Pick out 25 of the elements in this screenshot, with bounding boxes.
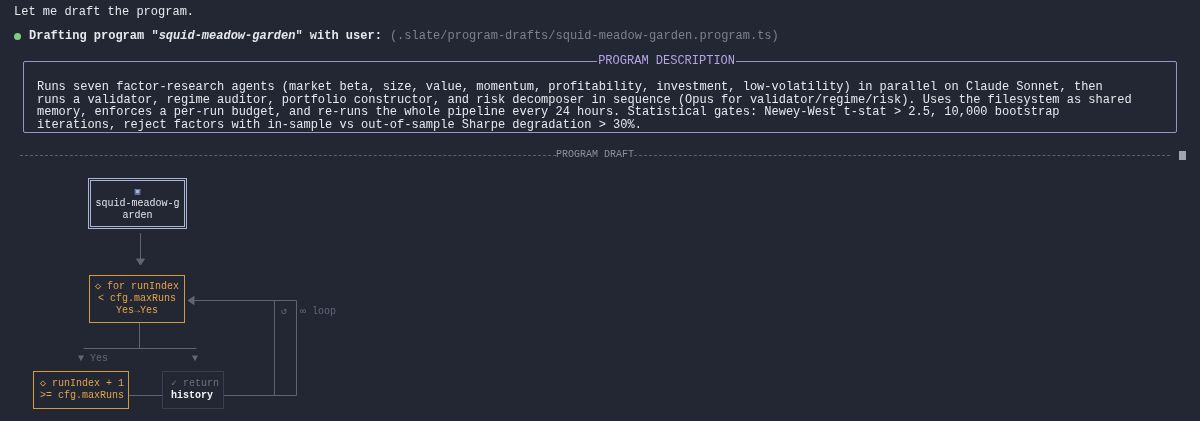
node-label: ◇ runIndex + 1 bbox=[40, 378, 125, 390]
flow-connector bbox=[127, 395, 163, 396]
loop-node[interactable]: ◇ for runIndex < cfg.maxRuns Yes→Yes bbox=[89, 275, 185, 323]
edge-label: ↺ bbox=[281, 306, 288, 318]
scrollbar-thumb[interactable] bbox=[1179, 151, 1186, 160]
flow-arrow bbox=[136, 232, 145, 266]
file-path: (.slate/program-drafts/squid-meadow-garden.program.ts) bbox=[389, 28, 779, 44]
message-text: Let me draft the program. bbox=[13, 4, 196, 20]
condition-node[interactable]: ◇ runIndex + 1 >= cfg.maxRuns bbox=[33, 371, 129, 409]
node-icon-glyph: ▣ bbox=[134, 185, 141, 198]
node-label: Yes→Yes bbox=[116, 305, 158, 317]
status-title: Drafting program "squid-meadow-garden" with user: bbox=[29, 28, 382, 44]
section-title: PROGRAM DRAFT bbox=[556, 149, 634, 161]
node-label: ◇ for runIndex bbox=[94, 281, 179, 293]
node-label: >= cfg.maxRuns bbox=[40, 390, 124, 402]
description-text: Runs seven factor-research agents (market beta, size, value, momentum, profitability, investment, low-volatility) in parallel on Claude Sonnet, then runs a validator, regime auditor, portfolio constructor, and risk decomposer in sequence (Opus for validator/regime/risk). Uses the filesystem as shared memory, enforces a per-run budget, and re-runs the whole pipeline every 24 hours. Statistical gates: Newey-West t-stat > 2.5, 10,000 bootstrap iterations, reject factors with in-sample vs out-of-sample Sharpe degradation > 30%. bbox=[37, 81, 1133, 131]
node-label: squid-meadow-garden bbox=[95, 197, 180, 222]
start-node[interactable]: ▣ squid-meadow-garden bbox=[88, 178, 187, 229]
arrowhead-glyph: ▼ bbox=[192, 353, 198, 365]
edge-label: ▼ Yes bbox=[78, 353, 108, 365]
node-label: history bbox=[171, 390, 213, 402]
node-label: < cfg.maxRuns bbox=[98, 293, 176, 305]
edge-label: ∞ loop bbox=[300, 306, 336, 318]
return-node[interactable]: ✓ return history bbox=[162, 371, 224, 409]
node-label: ✓ return bbox=[171, 378, 220, 390]
